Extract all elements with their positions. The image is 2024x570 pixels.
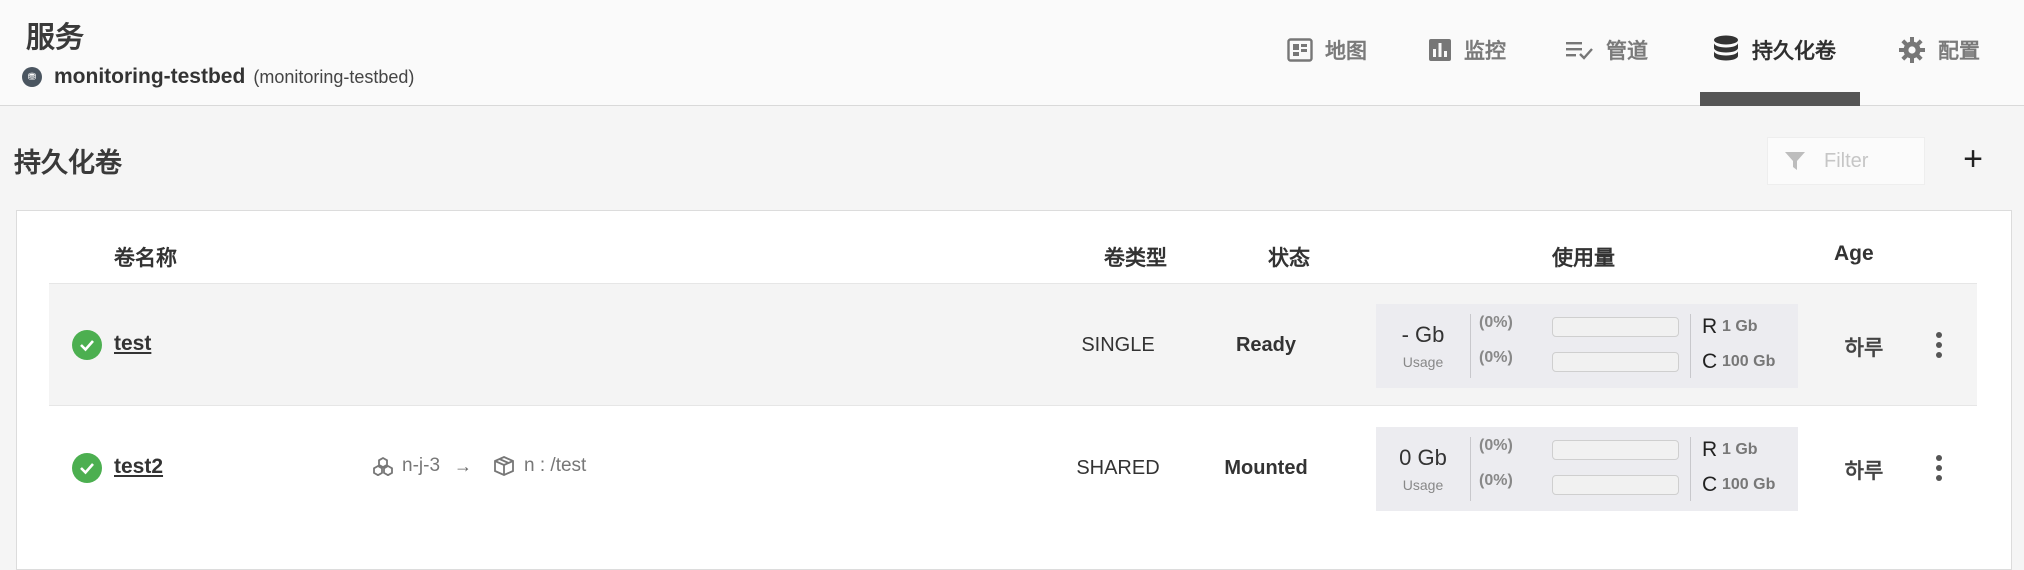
tab-pipeline[interactable]: 管道 <box>1566 30 1648 70</box>
container-icon <box>494 456 514 476</box>
column-header-state[interactable]: 状态 <box>1268 242 1310 272</box>
capacity-letter: C <box>1702 350 1718 373</box>
tab-monitoring-label: 监控 <box>1464 39 1506 63</box>
request-progress-bar <box>1552 440 1679 460</box>
request-percent: (0%) <box>1479 314 1513 331</box>
capacity-value: 100 Gb <box>1722 353 1776 370</box>
map-icon <box>1287 38 1313 62</box>
usage-value: - Gb <box>1401 322 1445 347</box>
project-namespace: (monitoring-testbed) <box>253 66 415 87</box>
usage-panel: 0 Gb Usage (0%) (0%) R 1 Gb C 100 Gb <box>1376 427 1798 511</box>
volume-age: 하루 <box>1844 336 1884 360</box>
tab-monitoring[interactable]: 监控 <box>1428 30 1506 70</box>
usage-divider <box>1690 314 1691 378</box>
column-header-name[interactable]: 卷名称 <box>114 242 177 272</box>
volume-name-link[interactable]: test2 <box>114 455 163 479</box>
capacity-percent: (0%) <box>1479 472 1513 489</box>
add-volume-button[interactable]: + <box>1958 142 1988 176</box>
volume-state: Ready <box>1235 334 1297 356</box>
request-value: 1 Gb <box>1722 318 1758 335</box>
row-menu-button[interactable] <box>1929 328 1949 362</box>
status-ok-icon <box>72 453 102 483</box>
tab-persistent-volumes[interactable]: 持久化卷 <box>1712 30 1836 70</box>
mount-info: n-j-3 → n : /test <box>372 455 586 477</box>
tab-persistent-volumes-label: 持久化卷 <box>1752 39 1836 63</box>
bar-chart-icon <box>1429 39 1451 61</box>
volume-age: 하루 <box>1844 459 1884 483</box>
table-row[interactable]: test SINGLE Ready - Gb Usage (0%) (0%) R… <box>49 283 1977 406</box>
tab-settings[interactable]: 配置 <box>1898 30 1980 70</box>
volume-state: Mounted <box>1224 457 1308 479</box>
capacity-progress-bar <box>1552 352 1679 372</box>
usage-divider <box>1470 314 1471 378</box>
capacity-percent: (0%) <box>1479 349 1513 366</box>
capacity-progress-bar <box>1552 475 1679 495</box>
request-letter: R <box>1702 315 1718 338</box>
request-progress-bar <box>1552 317 1679 337</box>
request-percent: (0%) <box>1479 437 1513 454</box>
project-icon: ⛃ <box>22 67 42 87</box>
usage-label: Usage <box>1402 477 1444 493</box>
column-header-usage[interactable]: 使用量 <box>1552 242 1615 272</box>
volume-type: SHARED <box>1076 457 1160 479</box>
row-menu-button[interactable] <box>1929 451 1949 485</box>
volume-name-link[interactable]: test <box>114 332 151 356</box>
tab-settings-label: 配置 <box>1938 39 1980 63</box>
page-header: 服务 ⛃ monitoring-testbed (monitoring-test… <box>0 0 2024 106</box>
capacity-letter: C <box>1702 473 1718 496</box>
project-selector[interactable]: ⛃ monitoring-testbed (monitoring-testbed… <box>22 62 414 92</box>
filter-input[interactable] <box>1824 149 1924 173</box>
active-tab-indicator <box>1700 92 1860 106</box>
tab-map-label: 地图 <box>1325 39 1367 63</box>
mount-path: n : /test <box>524 455 587 476</box>
column-header-age[interactable]: Age <box>1834 242 1874 266</box>
volume-type: SINGLE <box>1081 334 1155 356</box>
column-header-type[interactable]: 卷类型 <box>1104 242 1167 272</box>
usage-divider <box>1690 437 1691 501</box>
status-ok-icon <box>72 330 102 360</box>
gear-icon <box>1899 37 1925 63</box>
pod-icon <box>373 456 393 476</box>
capacity-value: 100 Gb <box>1722 476 1776 493</box>
checklist-icon <box>1566 42 1593 60</box>
page-title: 服务 <box>26 20 85 54</box>
pod-name[interactable]: n-j-3 <box>402 455 440 477</box>
database-icon <box>1714 35 1738 61</box>
arrow-right-icon: → <box>454 455 473 476</box>
table-row[interactable]: test2 n-j-3 → n : /test SHARED Mounted 0… <box>49 407 1977 530</box>
filter-icon <box>1785 152 1805 170</box>
project-name: monitoring-testbed <box>54 65 246 88</box>
tab-pipeline-label: 管道 <box>1606 39 1648 63</box>
usage-label: Usage <box>1402 354 1444 370</box>
request-letter: R <box>1702 438 1718 461</box>
usage-value: 0 Gb <box>1399 445 1447 470</box>
usage-panel: - Gb Usage (0%) (0%) R 1 Gb C 100 Gb <box>1376 304 1798 388</box>
usage-divider <box>1470 437 1471 501</box>
section-title: 持久化卷 <box>14 148 122 179</box>
filter-box[interactable] <box>1767 137 1925 185</box>
request-value: 1 Gb <box>1722 441 1758 458</box>
tab-map[interactable]: 地图 <box>1287 30 1367 70</box>
